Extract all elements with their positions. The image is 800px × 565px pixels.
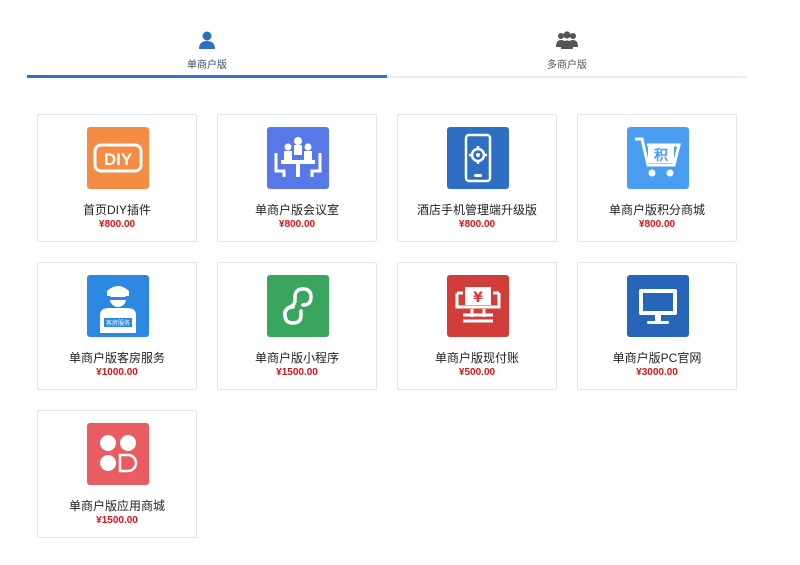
product-name: 单商户版PC官网 bbox=[612, 351, 702, 365]
product-price: ¥800.00 bbox=[98, 219, 136, 230]
tab-single-merchant[interactable]: 单商户版 bbox=[27, 28, 387, 78]
svg-text:¥: ¥ bbox=[473, 290, 483, 306]
diy-icon: DIY bbox=[87, 127, 149, 189]
product-card-room-service[interactable]: 客房服务 单商户版客房服务 ¥1000.00 bbox=[37, 262, 197, 390]
product-price: ¥1500.00 bbox=[276, 367, 318, 378]
points-cart-icon: 积 bbox=[627, 127, 689, 189]
product-card-hotel-mobile-admin[interactable]: 酒店手机管理端升级版 ¥800.00 bbox=[397, 114, 557, 242]
product-card-cash-pay[interactable]: ¥ 单商户版现付账 ¥500.00 bbox=[397, 262, 557, 390]
product-price: ¥1000.00 bbox=[96, 367, 138, 378]
mini-program-icon bbox=[267, 275, 329, 337]
product-name: 首页DIY插件 bbox=[82, 203, 151, 217]
tab-multi-merchant-label: 多商户版 bbox=[547, 60, 587, 71]
product-price: ¥3000.00 bbox=[636, 367, 678, 378]
product-price: ¥800.00 bbox=[278, 219, 316, 230]
users-group-icon bbox=[556, 31, 578, 49]
product-card-mini-program[interactable]: 单商户版小程序 ¥1500.00 bbox=[217, 262, 377, 390]
product-card-pc-website[interactable]: 单商户版PC官网 ¥3000.00 bbox=[577, 262, 737, 390]
product-name: 单商户版应用商城 bbox=[68, 499, 165, 513]
mobile-settings-icon bbox=[447, 127, 509, 189]
product-name: 酒店手机管理端升级版 bbox=[416, 203, 537, 217]
meeting-room-icon bbox=[267, 127, 329, 189]
app-store-icon bbox=[87, 423, 149, 485]
product-price: ¥500.00 bbox=[458, 367, 496, 378]
product-name: 单商户版客房服务 bbox=[68, 351, 165, 365]
tab-multi-merchant[interactable]: 多商户版 bbox=[387, 28, 747, 76]
product-price: ¥1500.00 bbox=[96, 515, 138, 526]
svg-text:DIY: DIY bbox=[104, 150, 133, 169]
user-icon bbox=[199, 31, 215, 49]
room-service-icon: 客房服务 bbox=[87, 275, 149, 337]
product-name: 单商户版小程序 bbox=[254, 351, 339, 365]
product-name: 单商户版现付账 bbox=[434, 351, 519, 365]
product-price: ¥800.00 bbox=[638, 219, 676, 230]
cash-pay-icon: ¥ bbox=[447, 275, 509, 337]
product-price: ¥800.00 bbox=[458, 219, 496, 230]
product-card-homepage-diy[interactable]: DIY 首页DIY插件 ¥800.00 bbox=[37, 114, 197, 242]
pc-monitor-icon bbox=[627, 275, 689, 337]
room-service-badge: 客房服务 bbox=[106, 319, 130, 327]
product-card-app-store[interactable]: 单商户版应用商城 ¥1500.00 bbox=[37, 410, 197, 538]
product-name: 单商户版会议室 bbox=[254, 203, 339, 217]
product-card-meeting-room[interactable]: 单商户版会议室 ¥800.00 bbox=[217, 114, 377, 242]
product-name: 单商户版积分商城 bbox=[608, 203, 705, 217]
product-card-points-mall[interactable]: 积 单商户版积分商城 ¥800.00 bbox=[577, 114, 737, 242]
tab-single-merchant-label: 单商户版 bbox=[187, 60, 227, 71]
svg-text:积: 积 bbox=[654, 147, 668, 164]
edition-tabs: 单商户版 多商户版 bbox=[27, 28, 747, 78]
